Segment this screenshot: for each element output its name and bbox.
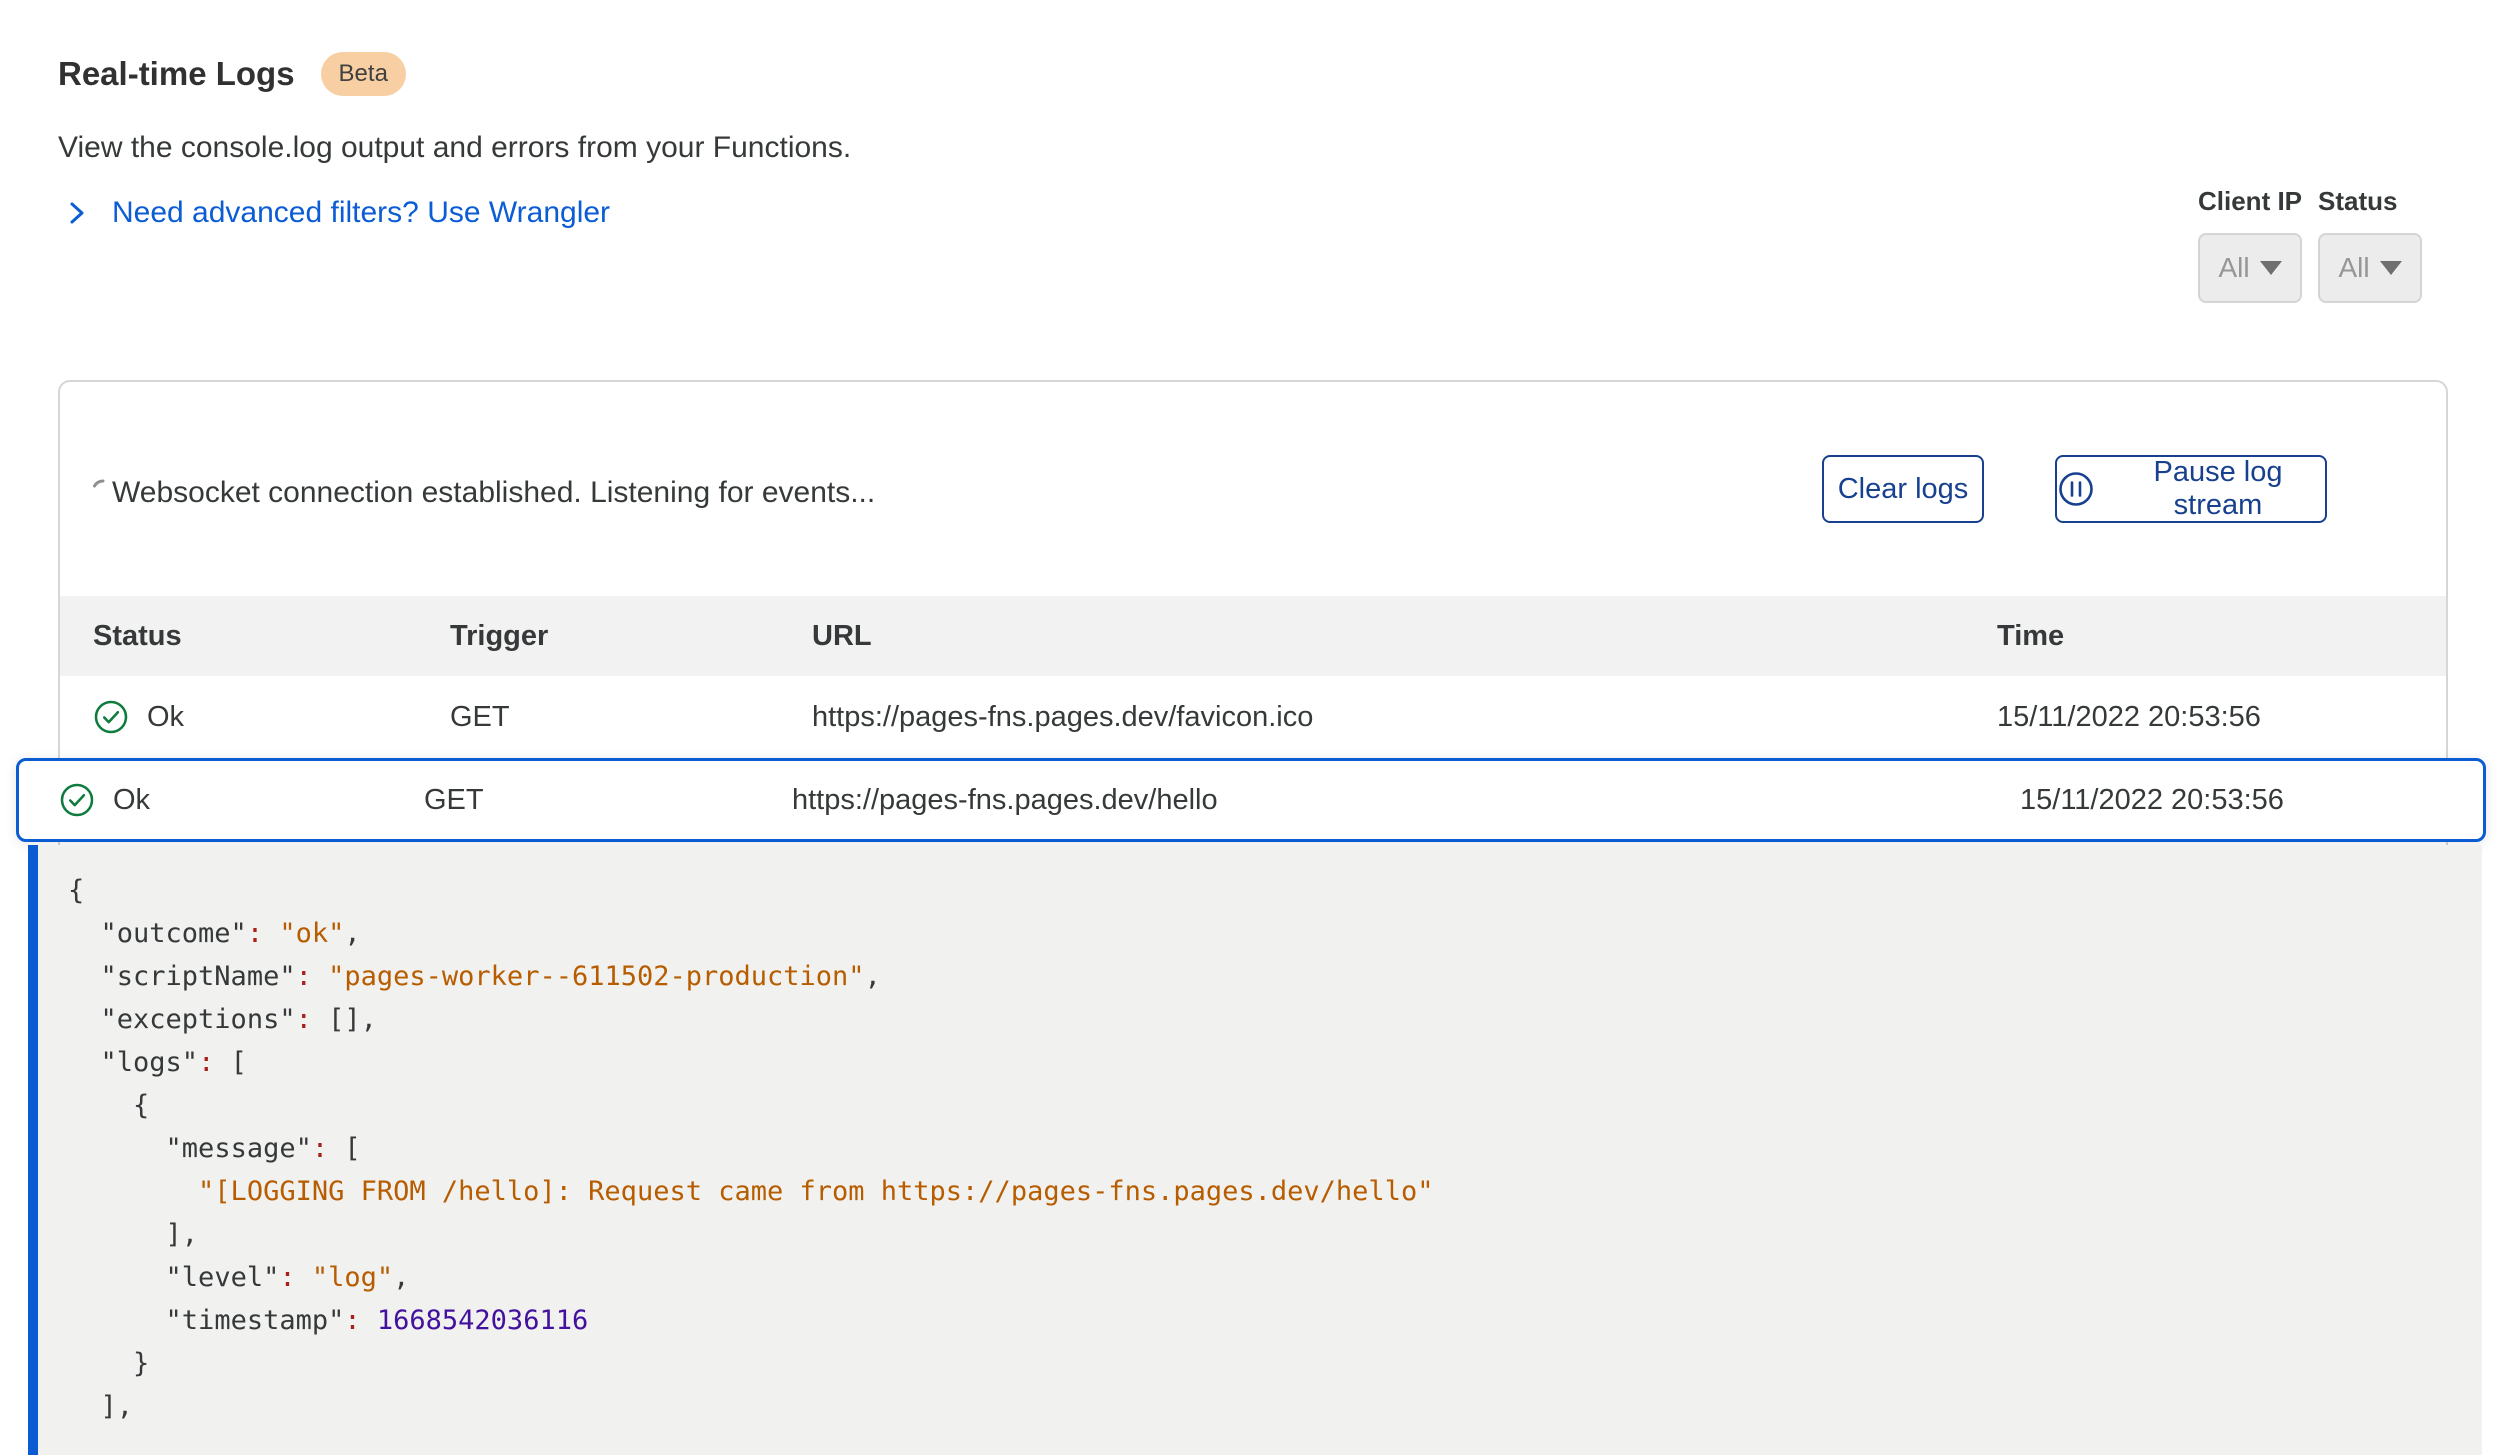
websocket-status-message: Websocket connection established. Listen… bbox=[112, 476, 875, 510]
pause-icon bbox=[2057, 470, 2095, 508]
filters: Client IP All Status All bbox=[2198, 186, 2422, 303]
client-ip-filter-value: All bbox=[2218, 252, 2249, 284]
trigger-cell: GET bbox=[450, 701, 812, 734]
expanded-log-entry: Ok GET https://pages-fns.pages.dev/hello… bbox=[16, 758, 2486, 1455]
status-filter-dropdown[interactable]: All bbox=[2318, 233, 2422, 303]
page-header: Real-time Logs Beta bbox=[58, 52, 406, 96]
status-filter: Status All bbox=[2318, 186, 2422, 303]
status-cell: Ok bbox=[59, 782, 424, 818]
column-header-status: Status bbox=[93, 620, 450, 653]
column-header-trigger: Trigger bbox=[450, 620, 812, 653]
status-label: Ok bbox=[147, 701, 184, 734]
table-header: Status Trigger URL Time bbox=[60, 596, 2446, 676]
table-row[interactable]: Ok GET https://pages-fns.pages.dev/favic… bbox=[60, 676, 2446, 758]
page-subtitle: View the console.log output and errors f… bbox=[58, 131, 851, 165]
time-cell: 15/11/2022 20:53:56 bbox=[2020, 784, 2483, 817]
caret-down-icon bbox=[2260, 261, 2282, 275]
log-detail-json: { "outcome": "ok", "scriptName": "pages-… bbox=[68, 869, 2482, 1428]
client-ip-filter: Client IP All bbox=[2198, 186, 2302, 303]
check-circle-icon bbox=[59, 782, 95, 818]
websocket-status-bar: Websocket connection established. Listen… bbox=[60, 382, 2446, 596]
url-cell: https://pages-fns.pages.dev/favicon.ico bbox=[812, 701, 1997, 734]
pause-log-stream-button-label: Pause log stream bbox=[2111, 456, 2325, 522]
advanced-filters-link[interactable]: Need advanced filters? Use Wrangler bbox=[64, 196, 610, 230]
time-cell: 15/11/2022 20:53:56 bbox=[1997, 701, 2446, 734]
caret-down-icon bbox=[2380, 261, 2402, 275]
status-label: Ok bbox=[113, 784, 150, 817]
status-filter-label: Status bbox=[2318, 186, 2422, 217]
advanced-filters-link-label: Need advanced filters? Use Wrangler bbox=[112, 196, 610, 230]
chevron-right-icon bbox=[64, 198, 90, 228]
column-header-url: URL bbox=[812, 620, 1997, 653]
check-circle-icon bbox=[93, 699, 129, 735]
trigger-cell: GET bbox=[424, 784, 792, 817]
clear-logs-button-label: Clear logs bbox=[1838, 473, 1969, 506]
status-filter-value: All bbox=[2338, 252, 2369, 284]
column-header-time: Time bbox=[1997, 620, 2446, 653]
table-row-selected[interactable]: Ok GET https://pages-fns.pages.dev/hello… bbox=[16, 758, 2486, 842]
url-cell: https://pages-fns.pages.dev/hello bbox=[792, 784, 2020, 817]
status-cell: Ok bbox=[93, 699, 450, 735]
beta-badge: Beta bbox=[321, 52, 406, 96]
page-title: Real-time Logs bbox=[58, 55, 295, 93]
client-ip-filter-label: Client IP bbox=[2198, 186, 2302, 217]
client-ip-filter-dropdown[interactable]: All bbox=[2198, 233, 2302, 303]
clear-logs-button[interactable]: Clear logs bbox=[1822, 455, 1984, 523]
pause-log-stream-button[interactable]: Pause log stream bbox=[2055, 455, 2327, 523]
log-detail-json-panel: { "outcome": "ok", "scriptName": "pages-… bbox=[28, 845, 2482, 1455]
